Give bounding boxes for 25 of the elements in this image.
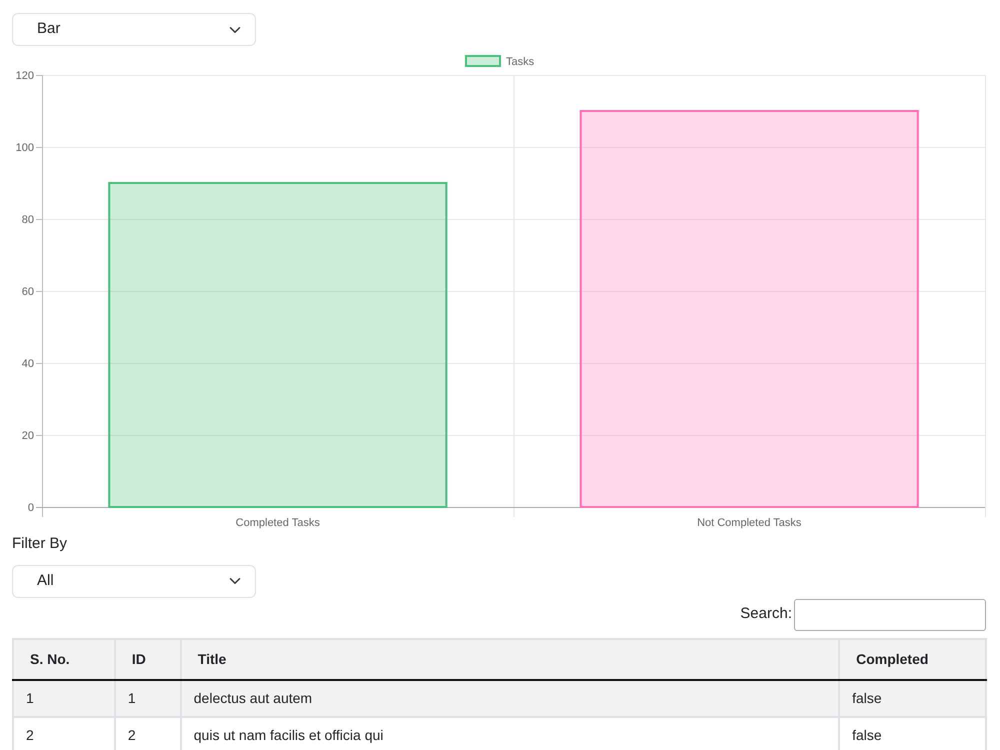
column-header[interactable]: ID [114,638,181,680]
search-label: Search: [740,604,792,624]
y-tick-label: 100 [16,142,34,154]
table-cell: false [839,680,986,716]
y-tick-label: 0 [28,502,34,514]
x-tick-label: Not Completed Tasks [697,517,802,529]
y-tick-label: 120 [16,70,34,82]
y-tick-label: 20 [22,430,34,442]
column-header[interactable]: Completed [839,638,986,680]
column-header[interactable]: S. No. [13,638,115,680]
table-cell: 1 [13,680,115,716]
chart-type-select[interactable]: Bar [12,13,256,46]
column-header[interactable]: Title [180,638,840,680]
table-cell: 1 [114,680,181,716]
y-tick-label: 80 [22,214,34,226]
search-field[interactable] [794,598,986,630]
y-tick-label: 40 [22,358,34,370]
table-cell: 2 [13,716,115,750]
filter-label: Filter By [12,534,68,554]
table-cell: delectus aut autem [180,680,840,716]
y-tick-label: 60 [22,286,34,298]
x-tick-label: Completed Tasks [236,517,320,529]
legend-label: Tasks [506,56,534,68]
filter-select[interactable]: All [12,564,256,598]
legend-swatch [465,55,501,67]
